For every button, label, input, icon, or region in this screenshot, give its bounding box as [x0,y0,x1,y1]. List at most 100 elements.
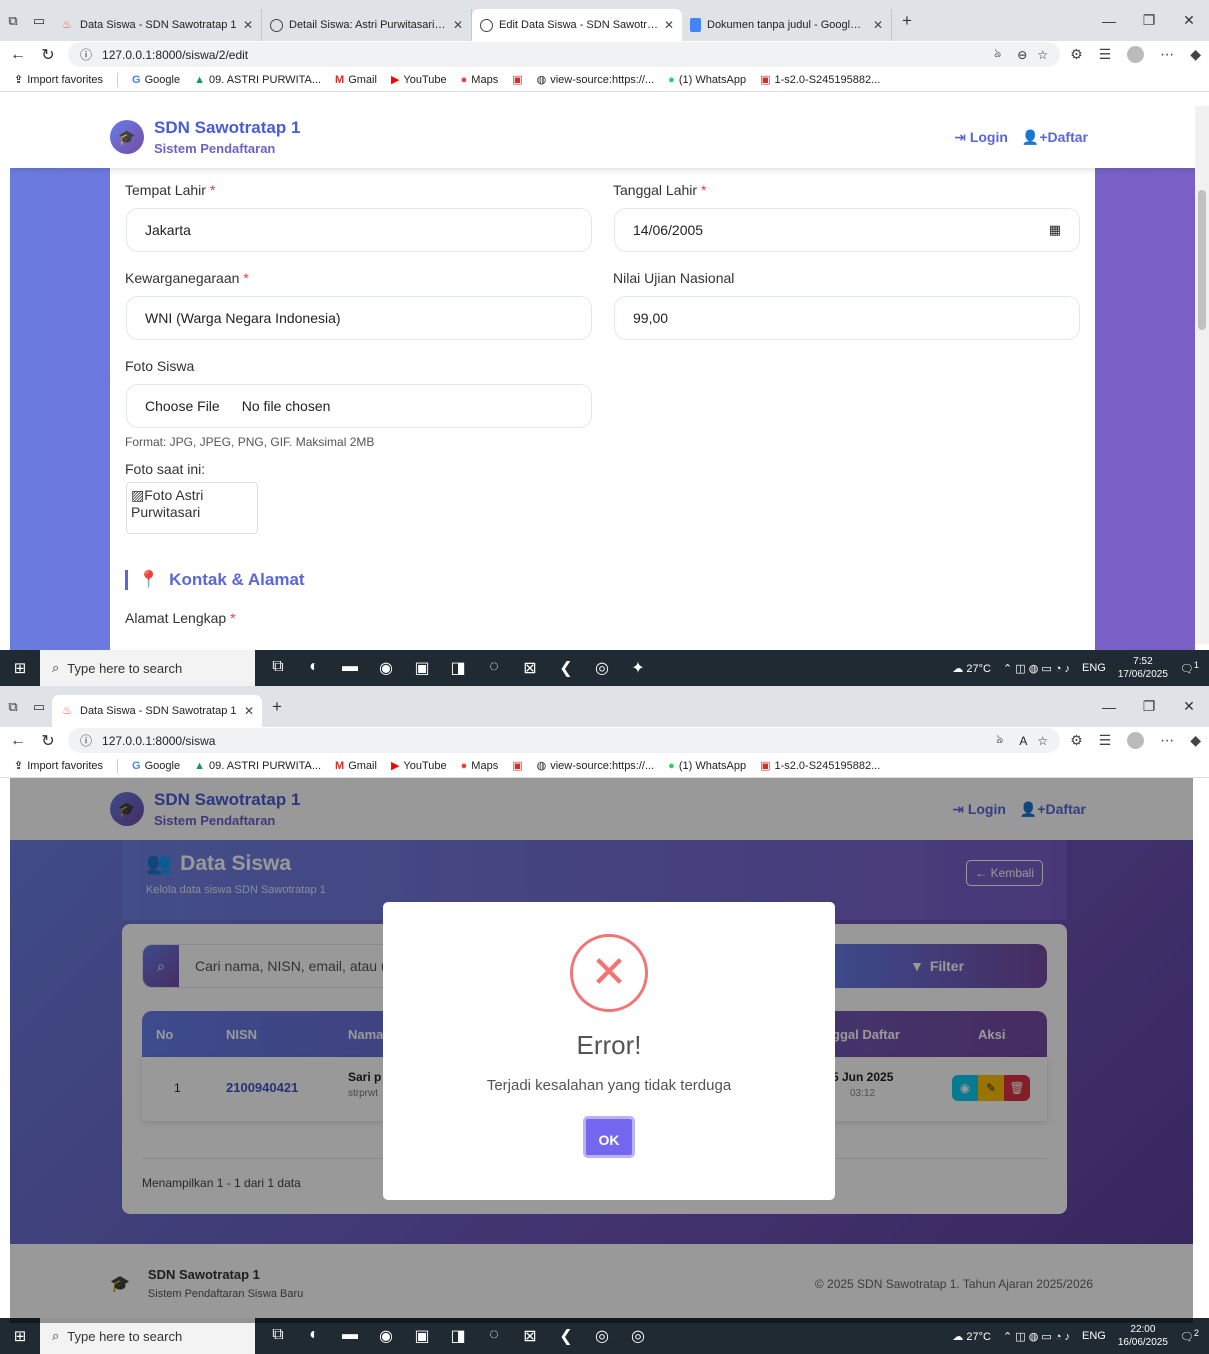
new-tab-button[interactable]: + [262,697,292,717]
url-field[interactable]: ⓘ 127.0.0.1:8000/siswa/2/edit ঌ ⊖ ☆ [68,42,1061,67]
bookmark-whatsapp[interactable]: ● (1) WhatsApp [668,74,746,86]
bookmark-maps[interactable]: ● Maps [461,74,499,86]
bookmark-view-source[interactable]: ◍ view-source:https://... [537,759,655,773]
edge-icon[interactable]: ◉ [375,1326,397,1346]
favorite-star-icon[interactable]: ☆ [1037,48,1048,62]
bookmark-pdf[interactable]: ▣ [512,73,522,86]
brand[interactable]: SDN Sawotratap 1 Sistem Pendaftaran [154,118,300,156]
kewarganegaraan-select[interactable]: WNI (Warga Negara Indonesia) [126,296,592,340]
close-window-icon[interactable]: ✕ [1169,686,1209,727]
chrome-2-icon[interactable]: ◎ [627,1326,649,1346]
bookmark-maps[interactable]: ● Maps [461,760,499,772]
new-tab-button[interactable]: + [892,11,922,31]
chrome-icon[interactable]: ◎ [591,658,613,678]
bookmark-google[interactable]: G Google [132,74,180,86]
favorites-icon[interactable]: ☰ [1099,732,1112,749]
workspaces-icon[interactable]: ⧉ [0,686,26,727]
tray-icons[interactable]: ⌃ ◫ ◍ ▭ ◔ ♪ [1003,1330,1070,1343]
app-icon[interactable]: ✦ [627,658,649,678]
taskbar-search[interactable]: ⌕ Type here to search [40,1318,255,1354]
read-aloud-icon[interactable]: A [1019,734,1027,748]
minimize-icon[interactable]: — [1089,0,1129,41]
windows-start-icon[interactable]: ⊞ [0,1327,40,1345]
store-icon[interactable]: ▣ [411,658,433,678]
info-icon[interactable]: ⓘ [80,732,92,749]
profile-avatar[interactable] [1127,46,1145,63]
favorites-icon[interactable]: ☰ [1099,46,1112,63]
weather-icon[interactable]: ☁ 27°C [952,1330,991,1343]
tab-detail-siswa[interactable]: Detail Siswa: Astri Purwitasari - SD ✕ [262,9,472,41]
whatsapp-app-icon[interactable]: ◌ [483,1326,505,1346]
language-indicator[interactable]: ENG [1082,662,1106,674]
choose-file-button[interactable]: Choose File [145,398,220,414]
workspaces-icon[interactable]: ⧉ [0,0,26,41]
tab-google-docs[interactable]: Dokumen tanpa judul - Google D ✕ [682,9,892,41]
back-icon[interactable]: ← [8,46,28,64]
task-view-icon[interactable]: ⧉ [267,658,289,678]
bookmark-pdf[interactable]: ▣ [512,759,522,772]
whatsapp-app-icon[interactable]: ◌ [483,658,505,678]
bookmark-youtube[interactable]: ▶ YouTube [391,73,447,87]
bookmark-drive[interactable]: ▲ 09. ASTRI PURWITA... [194,760,321,772]
nilai-ujian-input[interactable]: 99,00 [614,296,1080,340]
calendar-icon[interactable]: ▦ [1049,222,1061,238]
chrome-icon[interactable]: ◎ [591,1326,613,1346]
favorite-star-icon[interactable]: ☆ [1037,734,1048,748]
bookmark-gmail[interactable]: M Gmail [335,74,377,86]
bookmark-import[interactable]: ⇪ Import favorites [14,759,103,773]
clock[interactable]: 22:00 16/06/2025 [1118,1323,1168,1349]
scrollbar-thumb[interactable] [1198,190,1206,330]
bookmark-google[interactable]: G Google [132,760,180,772]
reader-icon[interactable]: ⊖ [1017,48,1027,62]
restore-icon[interactable]: ❐ [1129,686,1169,727]
tab-edit-siswa[interactable]: Edit Data Siswa - SDN Sawotratap ✕ [472,9,682,41]
back-icon[interactable]: ← [8,732,28,750]
language-indicator[interactable]: ENG [1082,1330,1106,1342]
edge-icon[interactable]: ◉ [375,658,397,678]
bookmark-whatsapp[interactable]: ● (1) WhatsApp [668,760,746,772]
minimize-icon[interactable]: — [1089,686,1129,727]
bookmark-drive[interactable]: ▲ 09. ASTRI PURWITA... [194,74,321,86]
copilot-icon[interactable]: ◆ [1190,46,1201,63]
bookmark-gmail[interactable]: M Gmail [335,760,377,772]
xampp-icon[interactable]: ⊠ [519,658,541,678]
xampp-icon[interactable]: ⊠ [519,1326,541,1346]
translate-icon[interactable]: ঌ [996,731,1009,751]
info-icon[interactable]: ⓘ [80,46,92,63]
bookmark-pdf-2[interactable]: ▣ 1-s2.0-S245195882... [760,759,880,773]
bookmark-pdf-2[interactable]: ▣ 1-s2.0-S245195882... [760,73,880,87]
page-scrollbar[interactable] [1195,106,1209,644]
daftar-link[interactable]: 👤+Daftar [1022,129,1088,146]
tab-data-siswa[interactable]: ♨ Data Siswa - SDN Sawotratap 1 ✕ [52,9,262,41]
vscode-icon[interactable]: ❮ [555,1326,577,1346]
tempat-lahir-input[interactable]: Jakarta [126,208,592,252]
refresh-icon[interactable]: ↻ [38,45,58,65]
copilot-app-icon[interactable]: ◐ [303,1326,325,1346]
notification-icon[interactable]: 🗨2 [1180,1328,1199,1344]
translate-icon[interactable]: ঌ [994,45,1007,65]
tanggal-lahir-input[interactable]: 14/06/2005 ▦ [614,208,1080,252]
close-icon[interactable]: ✕ [453,18,463,32]
bookmark-view-source[interactable]: ◍ view-source:https://... [537,73,655,87]
restore-icon[interactable]: ❐ [1129,0,1169,41]
tab-actions-icon[interactable]: ▭ [26,0,52,41]
close-icon[interactable]: ✕ [873,18,883,32]
more-icon[interactable]: ⋯ [1160,46,1174,63]
file-explorer-icon[interactable]: ▬ [339,1326,361,1346]
close-icon[interactable]: ✕ [243,18,253,32]
tray-icons[interactable]: ⌃ ◫ ◍ ▭ ◔ ♪ [1003,662,1070,675]
outlook-icon[interactable]: ◨ [447,658,469,678]
taskbar-search[interactable]: ⌕ Type here to search [40,650,255,686]
clock[interactable]: 7:52 17/06/2025 [1118,655,1168,681]
extensions-icon[interactable]: ⚙ [1070,732,1083,749]
bookmark-youtube[interactable]: ▶ YouTube [391,759,447,773]
copilot-app-icon[interactable]: ◐ [303,658,325,678]
file-explorer-icon[interactable]: ▬ [339,658,361,678]
vscode-icon[interactable]: ❮ [555,658,577,678]
more-icon[interactable]: ⋯ [1160,732,1174,749]
weather-icon[interactable]: ☁ 27°C [952,662,991,675]
close-icon[interactable]: ✕ [244,704,254,718]
close-window-icon[interactable]: ✕ [1169,0,1209,41]
extensions-icon[interactable]: ⚙ [1070,46,1083,63]
copilot-icon[interactable]: ◆ [1190,732,1201,749]
